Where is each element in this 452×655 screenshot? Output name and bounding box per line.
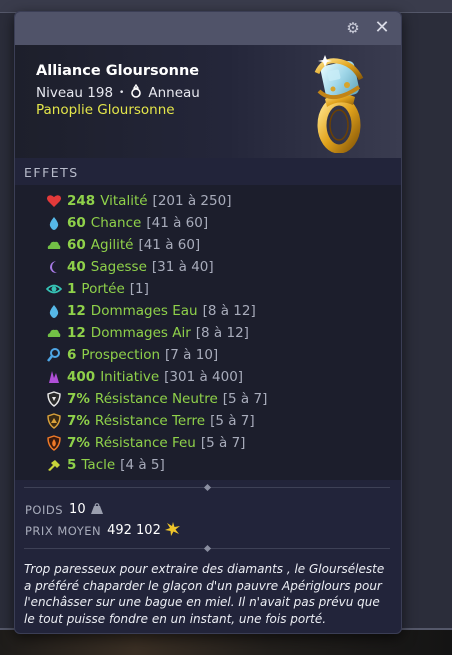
- effect-name: Prospection: [81, 347, 161, 363]
- effect-row: 7% Résistance Neutre [5 à 7]: [46, 389, 267, 409]
- effect-value: 1: [67, 281, 77, 297]
- effect-row: 12 Dommages Eau [8 à 12]: [46, 301, 256, 321]
- price-value: 492 102: [107, 523, 161, 538]
- effect-row: 40 Sagesse [31 à 40]: [46, 257, 214, 277]
- effect-value: 60: [67, 215, 86, 231]
- effect-value: 60: [67, 237, 86, 253]
- effect-range: [7 à 10]: [165, 347, 219, 363]
- separator-dot: •: [119, 88, 125, 98]
- effect-row: 60 Agilité [41 à 60]: [46, 235, 200, 255]
- divider-ornament: [203, 544, 212, 553]
- effect-name: Portée: [81, 281, 125, 297]
- effect-row: 248 Vitalité [201 à 250]: [46, 191, 231, 211]
- water-drop-icon: [46, 303, 62, 319]
- earth-shield-icon: [46, 413, 62, 429]
- item-header: Alliance Gloursonne Niveau 198 • Anneau …: [15, 45, 401, 158]
- effects-panel: 248 Vitalité [201 à 250] 60 Chance [41 à…: [15, 185, 401, 480]
- item-level: Niveau 198: [36, 85, 114, 101]
- effect-value: 7%: [67, 435, 90, 451]
- effect-range: [301 à 400]: [164, 369, 244, 385]
- effect-row: 60 Chance [41 à 60]: [46, 213, 208, 233]
- effect-value: 400: [67, 369, 96, 385]
- close-icon[interactable]: ✕: [373, 19, 391, 37]
- weight-line: POIDS 10: [25, 500, 104, 519]
- item-description: Trop paresseux pour extraire des diamant…: [24, 562, 385, 626]
- effect-name: Dommages Air: [90, 325, 191, 341]
- ring-item-image: [314, 55, 364, 153]
- neutral-shield-icon: [46, 391, 62, 407]
- price-label: PRIX MOYEN: [25, 523, 102, 538]
- tackle-icon: [46, 457, 62, 473]
- eye-icon: [45, 281, 63, 297]
- cloud-icon: [46, 237, 62, 253]
- effect-value: 7%: [67, 413, 90, 429]
- effect-range: [31 à 40]: [151, 259, 214, 275]
- divider-ornament: [203, 483, 212, 492]
- effect-value: 248: [67, 193, 96, 209]
- effect-name: Chance: [90, 215, 142, 231]
- price-line: PRIX MOYEN 492 102: [25, 521, 181, 540]
- effect-row: 7% Résistance Terre [5 à 7]: [46, 411, 255, 431]
- effect-value: 5: [67, 457, 77, 473]
- effect-row: 400 Initiative [301 à 400]: [46, 367, 243, 387]
- weight-label: POIDS: [25, 502, 64, 517]
- effect-value: 40: [67, 259, 86, 275]
- effect-row: 1 Portée [1]: [45, 279, 149, 299]
- cloud-icon: [46, 325, 62, 341]
- initiative-icon: [46, 369, 62, 385]
- item-type: Anneau: [148, 85, 200, 101]
- effect-value: 12: [67, 303, 86, 319]
- effects-section-title: EFFETS: [24, 165, 79, 180]
- panoply-link[interactable]: Panoplie Gloursonne: [36, 102, 175, 118]
- ring-type-icon: [130, 83, 142, 102]
- effect-row: 7% Résistance Feu [5 à 7]: [46, 433, 245, 453]
- item-name: Alliance Gloursonne: [36, 63, 200, 79]
- effect-range: [8 à 12]: [195, 325, 249, 341]
- effect-value: 6: [67, 347, 77, 363]
- effect-name: Résistance Feu: [94, 435, 196, 451]
- effect-value: 12: [67, 325, 86, 341]
- effect-name: Tacle: [81, 457, 116, 473]
- effect-range: [41 à 60]: [138, 237, 201, 253]
- item-tooltip: ⚙ ✕ Alliance Gloursonne Niveau 198 • Ann…: [14, 11, 402, 634]
- effect-name: Vitalité: [100, 193, 148, 209]
- effect-row: 12 Dommages Air [8 à 12]: [46, 323, 249, 343]
- effect-row: 6 Prospection [7 à 10]: [46, 345, 218, 365]
- fire-shield-icon: [46, 435, 62, 451]
- effect-range: [201 à 250]: [152, 193, 232, 209]
- effect-name: Résistance Terre: [94, 413, 206, 429]
- effect-range: [41 à 60]: [146, 215, 209, 231]
- water-drop-icon: [46, 215, 62, 231]
- effect-range: [5 à 7]: [210, 413, 255, 429]
- effect-row: 5 Tacle [4 à 5]: [46, 455, 165, 475]
- heart-icon: [46, 193, 62, 209]
- effect-name: Résistance Neutre: [94, 391, 218, 407]
- gear-icon[interactable]: ⚙: [345, 20, 361, 36]
- effect-value: 7%: [67, 391, 90, 407]
- moon-icon: [46, 259, 62, 275]
- effect-name: Sagesse: [90, 259, 147, 275]
- effect-range: [5 à 7]: [200, 435, 246, 451]
- magnifier-icon: [46, 347, 62, 363]
- weight-value: 10: [69, 502, 86, 517]
- tooltip-titlebar[interactable]: ⚙ ✕: [15, 12, 401, 45]
- item-level-line: Niveau 198 • Anneau: [36, 83, 200, 102]
- effect-range: [4 à 5]: [120, 457, 165, 473]
- effect-range: [1]: [129, 281, 149, 297]
- effect-name: Agilité: [90, 237, 134, 253]
- effect-name: Dommages Eau: [90, 303, 198, 319]
- effect-name: Initiative: [100, 369, 160, 385]
- kamas-icon: [164, 521, 181, 540]
- effect-range: [5 à 7]: [222, 391, 268, 407]
- effect-range: [8 à 12]: [202, 303, 256, 319]
- weight-icon: [90, 500, 104, 519]
